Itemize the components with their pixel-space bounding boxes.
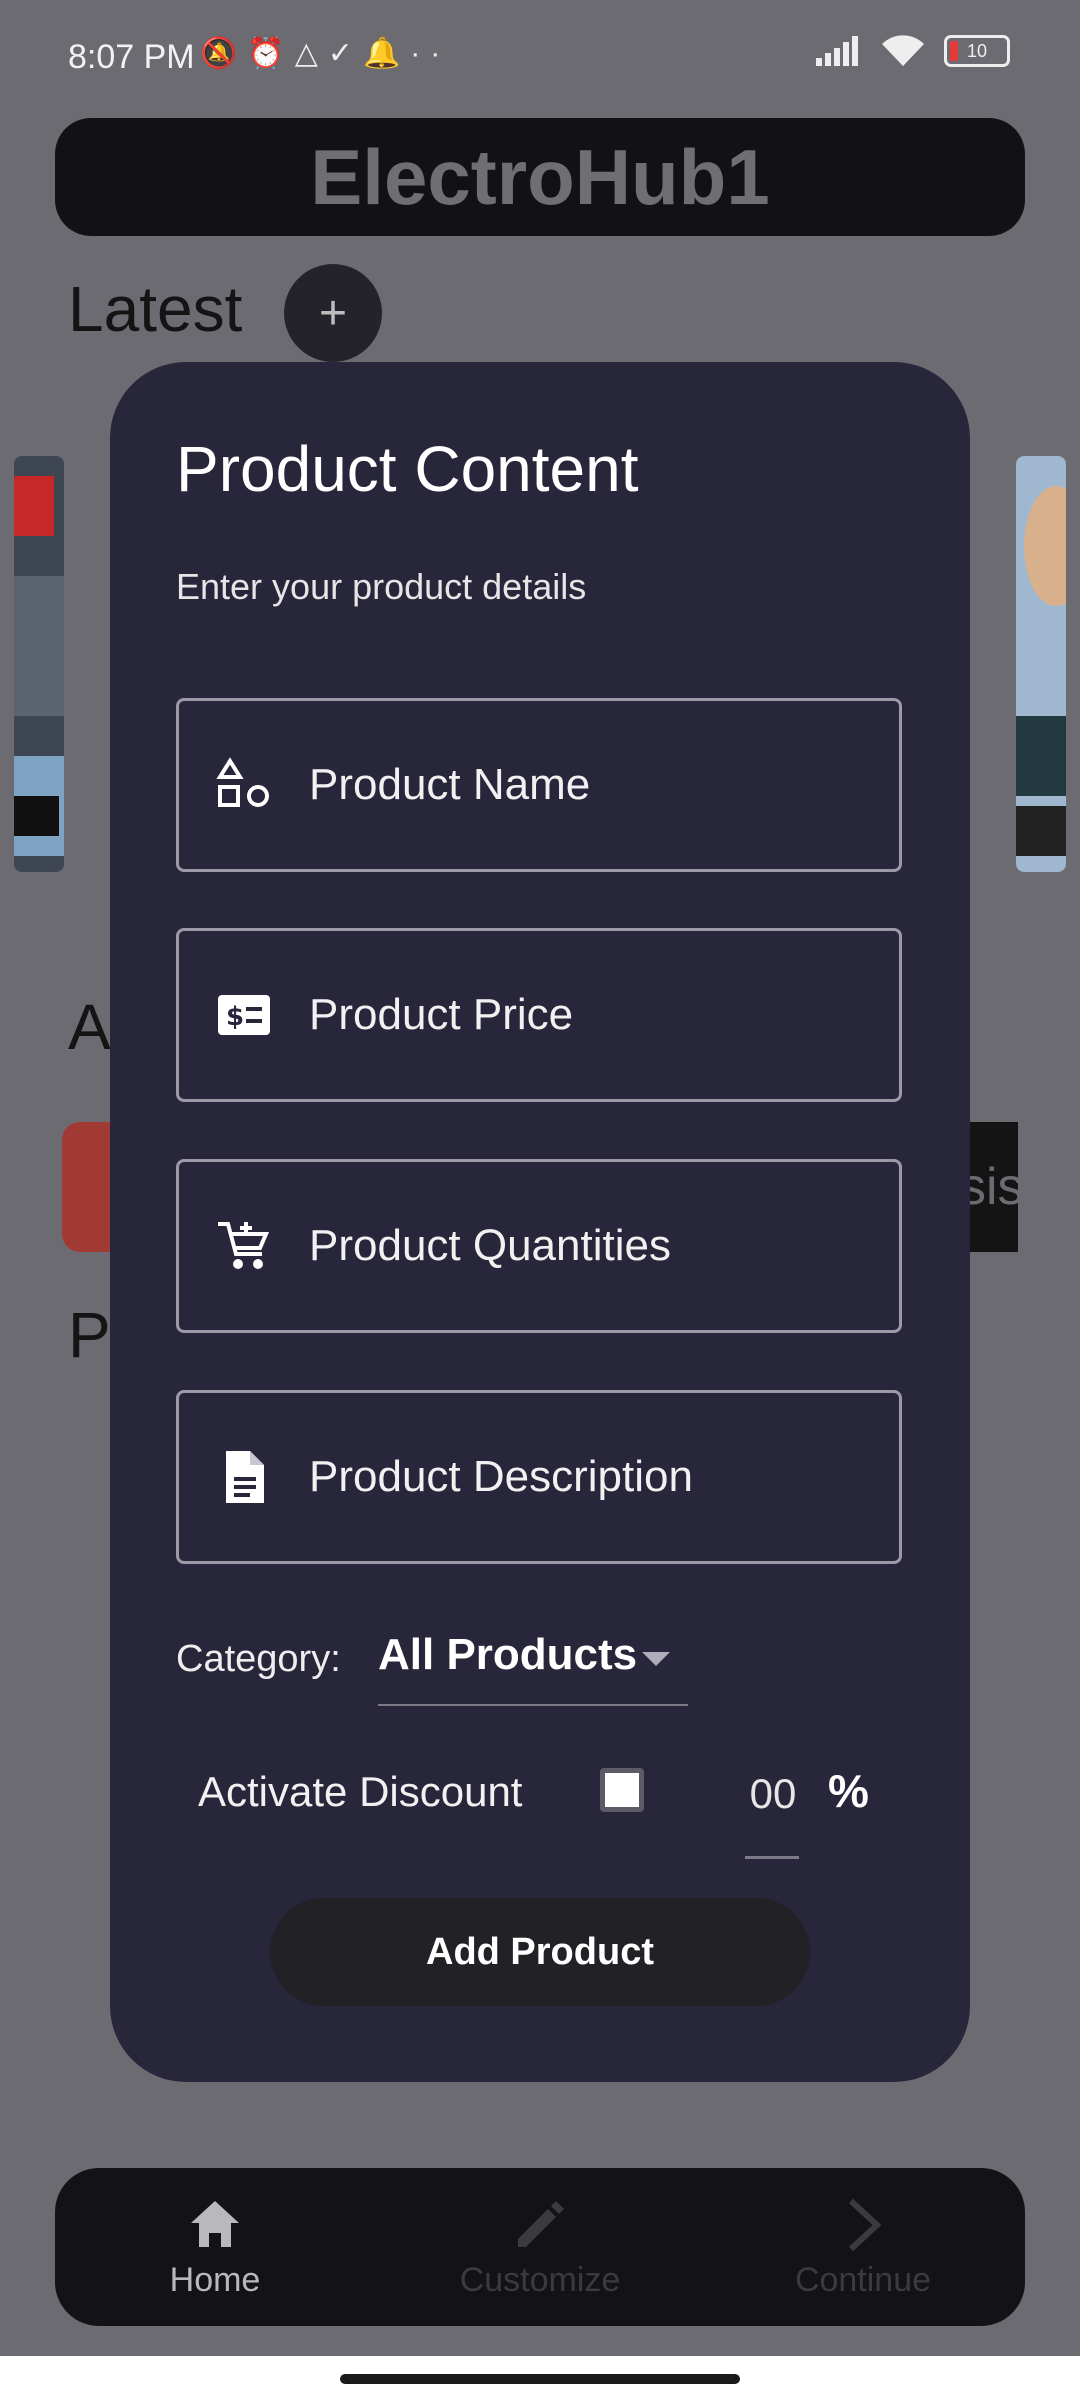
category-selected-value: All Products [378,1630,638,1679]
product-name-placeholder: Product Name [309,760,591,809]
price-tag-icon: $ [179,931,309,1099]
app-header: ElectroHub1 [55,118,1025,236]
product-image [14,456,64,872]
dialog-title: Product Content [176,433,639,505]
discount-label: Activate Discount [198,1768,523,1815]
add-product-button[interactable]: Add Product [270,1898,810,2006]
wifi-icon [882,35,924,66]
battery-level: 10 [966,41,988,61]
notification-icons: 🔕⏰△✓🔔·· [200,36,450,71]
check-icon: ✓ [327,37,363,70]
percent-sign: % [828,1765,869,1817]
document-icon [179,1393,309,1561]
nav-label-customize: Customize [459,2260,621,2299]
alarm-icon: ⏰ [247,37,295,70]
muted-bell-icon: 🔕 [200,37,248,70]
category-label: Category: [176,1638,341,1680]
section-title-partial: A [68,991,111,1063]
nav-label-home: Home [169,2260,261,2299]
product-quantities-placeholder: Product Quantities [309,1221,671,1270]
nav-item-continue[interactable]: Continue [703,2168,1023,2326]
dialog-subtitle: Enter your product details [176,566,587,607]
battery-icon: 10 [944,35,1010,67]
chevron-right-icon [848,2198,882,2251]
more-dots-icon: ·· [410,37,451,70]
pencil-icon [518,2200,564,2247]
cart-icon [179,1162,309,1330]
product-name-field[interactable]: Product Name [176,698,902,872]
status-bar: 8:07 PM 🔕⏰△✓🔔·· 10 [0,0,1080,110]
bottom-navigation: Home Customize Continue [55,2168,1025,2326]
product-description-placeholder: Product Description [309,1452,693,1501]
category-dropdown[interactable]: All Products [378,1624,688,1706]
nav-item-home[interactable]: Home [55,2168,375,2326]
carousel-image-right[interactable] [1016,456,1066,872]
latest-section-title: Latest [68,273,243,345]
status-time: 8:07 PM [68,38,195,76]
home-indicator[interactable] [340,2374,740,2384]
dropdown-caret-icon [642,1652,670,1666]
section-title-partial: P [68,1299,111,1371]
product-price-field[interactable]: $ Product Price [176,928,902,1102]
product-quantities-field[interactable]: Product Quantities [176,1159,902,1333]
app-title: ElectroHub1 [310,132,770,221]
carousel-image-left[interactable] [14,456,64,872]
discount-checkbox[interactable] [600,1768,644,1812]
home-icon [191,2200,239,2247]
discount-input[interactable]: 00 [746,1770,800,1818]
signal-icon [816,36,858,66]
shapes-icon [179,701,309,869]
svg-text:$: $ [226,1002,244,1032]
product-image [1016,456,1066,872]
drive-icon: △ [294,37,328,70]
bell-icon: 🔔 [362,37,411,70]
discount-input-underline [745,1856,799,1859]
product-price-placeholder: Product Price [309,990,574,1039]
add-latest-button[interactable]: + [284,264,382,362]
system-icons: 10 [816,34,1010,68]
nav-label-continue: Continue [794,2260,932,2299]
product-description-field[interactable]: Product Description [176,1390,902,1564]
nav-item-customize[interactable]: Customize [380,2168,700,2326]
plus-icon: + [318,286,348,340]
